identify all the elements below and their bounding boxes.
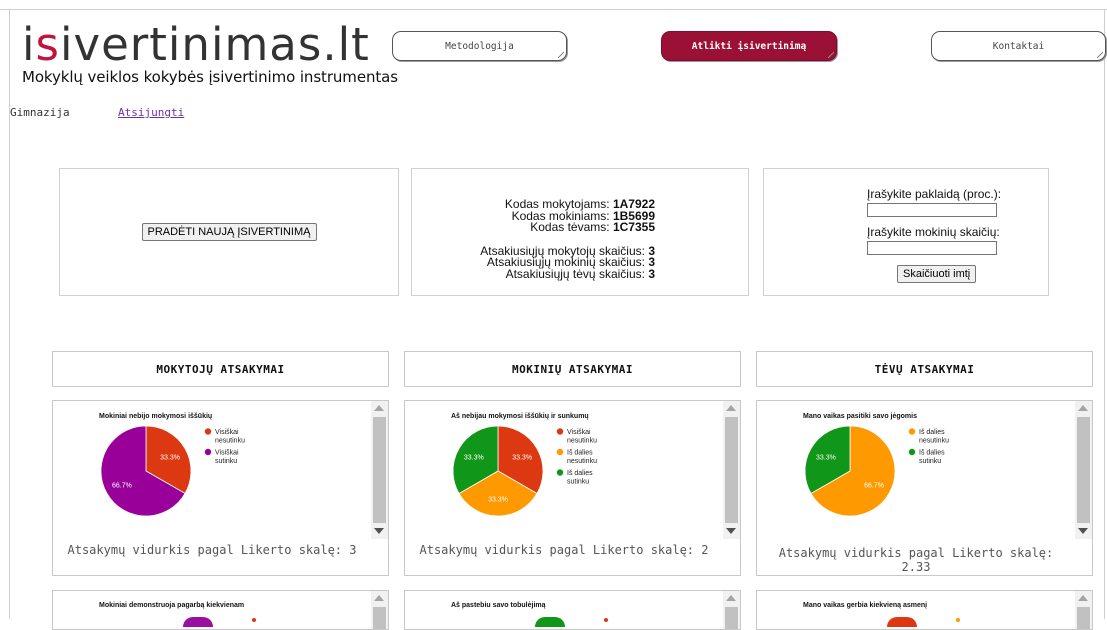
legend-marker [556, 448, 564, 456]
codes-panel: Kodas mokytojams: 1A7922 Kodas mokiniams… [411, 168, 749, 296]
nav-kontaktai-button[interactable]: Kontaktai [931, 31, 1106, 61]
next-chart-title: Aš pastebiu savo tobulėjimą [451, 602, 546, 609]
codes-block: Kodas mokytojams: 1A7922 Kodas mokiniams… [480, 198, 655, 281]
error-margin-label: Įrašykite paklaidą (proc.): [867, 187, 1002, 201]
next-chart-title: Mokiniai demonstruoja pagarbą kiekvienam [99, 602, 245, 609]
chart-title: Aš nebijau mokymosi iššūkių ir sunkumų [451, 413, 589, 420]
legend-label: Iš dalies sutinku [567, 470, 593, 486]
parents-next-scrollbar[interactable] [1075, 591, 1092, 629]
teachers-chart-card: Mokiniai nebijo mokymosi iššūkių 33.3% 66.… [52, 400, 389, 576]
pie-slice-label: 66.7% [864, 483, 884, 490]
logout-link[interactable]: Atsijungti [118, 106, 184, 119]
page-border-top [0, 9, 1107, 10]
legend-marker [908, 428, 916, 435]
pie-slice-label: 33.3% [512, 455, 532, 462]
pie-slice-label: 33.3% [160, 455, 180, 462]
legend-label: Iš dalies nesutinku [567, 450, 597, 466]
teachers-chart-area: Mokiniai nebijo mokymosi iššūkių 33.3% 66.… [53, 401, 388, 527]
parents-answers-heading: TĖVŲ ATSAKYMAI [756, 351, 1093, 387]
legend-label: Visiškai sutinku [215, 450, 239, 466]
next-chart-title: Mano vaikas gerbia kiekvieną asmenį [803, 602, 928, 609]
logo-tagline: Mokyklų veiklos kokybės įsivertinimo ins… [22, 68, 398, 86]
legend-marker [556, 469, 564, 476]
students-answers-heading: MOKINIŲ ATSAKYMAI [404, 351, 741, 387]
parents-chart-card: Mano vaikas pasitiki savo jėgomis 66.7% 33… [756, 400, 1093, 576]
user-role-label: Gimnazija [10, 106, 70, 119]
start-panel: PRADĖTI NAUJĄ ĮSIVERTINIMĄ [59, 168, 399, 296]
legend-label: Iš dalies nesutinku [919, 429, 949, 445]
teachers-pie-chart: Mokiniai nebijo mokymosi iššūkių 33.3% 66.… [99, 413, 245, 517]
site-logo[interactable]: isivertinimas.lt Mokyklų veiklos kokybės… [22, 22, 398, 86]
parents-chart-scrollbar[interactable] [1075, 401, 1092, 539]
teachers-chart-scrollbar[interactable] [371, 401, 388, 539]
legend-marker [908, 448, 916, 456]
logo-wordmark: isivertinimas.lt [22, 18, 370, 71]
teachers-next-chart-card: Mokiniai demonstruoja pagarbą kiekvienam [52, 590, 389, 630]
parent-code: 1C7355 [612, 220, 655, 234]
legend-label: Visiškai nesutinku [567, 429, 597, 445]
students-likert-average: Atsakymų vidurkis pagal Likerto skalę: 2 [419, 543, 709, 557]
legend-label: Visiškai nesutinku [215, 429, 245, 445]
start-new-assessment-button[interactable]: PRADĖTI NAUJĄ ĮSIVERTINIMĄ [141, 223, 317, 241]
sample-calculator-panel: Įrašykite paklaidą (proc.): Įrašykite mo… [763, 168, 1049, 296]
pie-slice-label: 33.3% [464, 455, 484, 462]
legend-marker [204, 448, 212, 456]
parents-next-chart-card: Mano vaikas gerbia kiekvieną asmenį [756, 590, 1093, 630]
chart-title: Mano vaikas pasitiki savo jėgomis [803, 413, 917, 420]
students-chart-scrollbar[interactable] [723, 401, 740, 539]
legend-marker [556, 428, 564, 435]
students-chart-area: Aš nebijau mokymosi iššūkių ir sunkumų 33… [405, 401, 740, 527]
students-chart-card: Aš nebijau mokymosi iššūkių ir sunkumų 33… [404, 400, 741, 576]
students-next-scrollbar[interactable] [723, 591, 740, 629]
legend-marker [204, 428, 212, 435]
nav-metodologija-button[interactable]: Metodologija [392, 31, 567, 61]
nav-atlikti-button[interactable]: Atlikti įsivertinimą [661, 31, 837, 61]
page-border-right [1104, 9, 1105, 619]
teachers-next-scrollbar[interactable] [371, 591, 388, 629]
pie-slice-label: 33.3% [488, 496, 508, 503]
parent-count: 3 [648, 266, 655, 281]
students-next-chart-card: Aš pastebiu savo tobulėjimą [404, 590, 741, 630]
chart-title: Mokiniai nebijo mokymosi iššūkių [99, 413, 212, 420]
students-pie-chart: Aš nebijau mokymosi iššūkių ir sunkumų 33… [451, 413, 597, 517]
parent-code-label: Kodas tėvams: [530, 220, 610, 234]
legend-label: Iš dalies sutinku [919, 450, 945, 466]
parent-count-label: Atsakiusiųjų tėvų skaičius: [505, 266, 645, 281]
pie-slice-label: 66.7% [112, 483, 132, 490]
pie-slice-label: 33.3% [816, 455, 836, 462]
student-count-input-label: Įrašykite mokinių skaičių: [867, 225, 1000, 239]
parents-pie-chart: Mano vaikas pasitiki savo jėgomis 66.7% 33… [803, 413, 949, 517]
page-border-left [9, 9, 10, 619]
parents-chart-area: Mano vaikas pasitiki savo jėgomis 66.7% 33… [757, 401, 1092, 527]
student-count-input[interactable] [867, 241, 997, 255]
calculate-sample-button[interactable]: Skaičiuoti imtį [897, 265, 977, 283]
error-margin-input[interactable] [867, 203, 997, 217]
parents-likert-average: Atsakymų vidurkis pagal Likerto skalę: 2… [778, 546, 1054, 574]
teachers-answers-heading: MOKYTOJŲ ATSAKYMAI [52, 351, 389, 387]
teachers-likert-average: Atsakymų vidurkis pagal Likerto skalę: 3 [67, 543, 357, 557]
